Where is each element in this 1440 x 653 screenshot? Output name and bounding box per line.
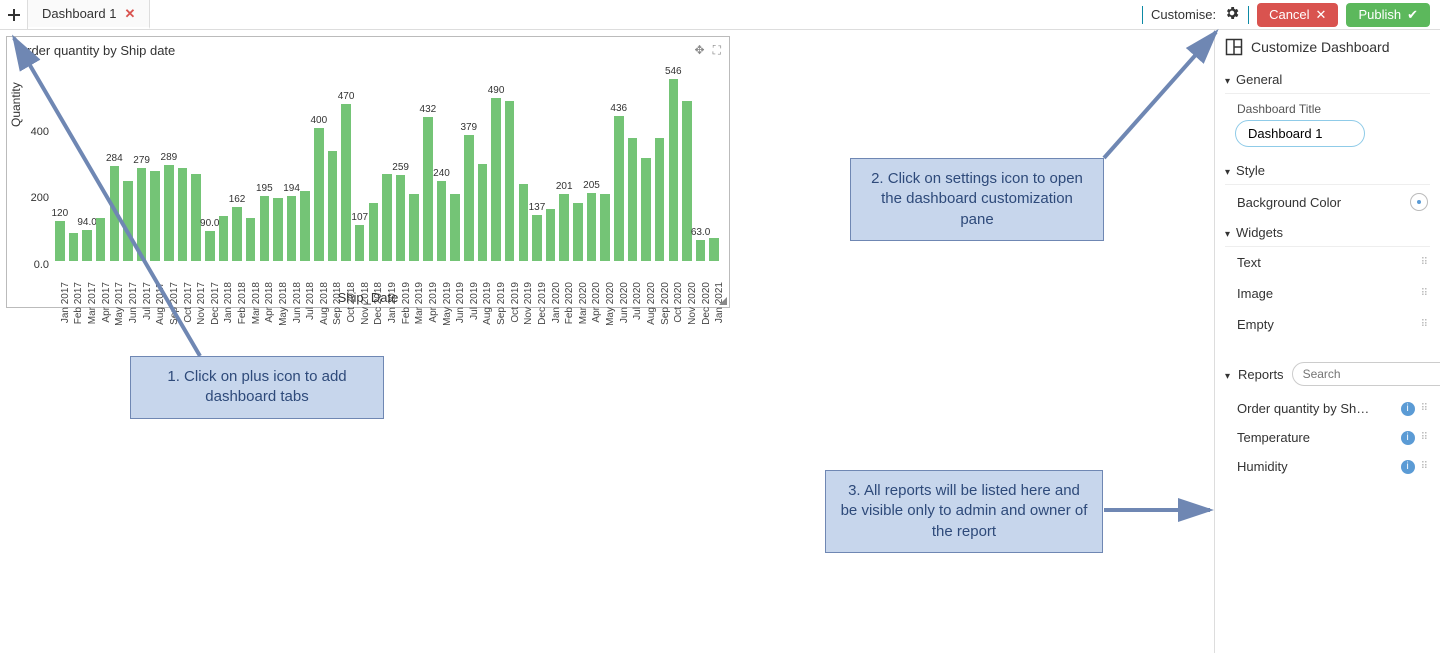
chart-card[interactable]: Order quantity by Ship date ✥ ⛶ Quantity… [6,36,730,308]
dashboard-canvas[interactable]: Order quantity by Ship date ✥ ⛶ Quantity… [0,30,1214,653]
close-icon: ✕ [1316,7,1327,23]
y-axis-label: Quantity [9,82,23,127]
publish-label: Publish [1358,7,1401,22]
report-item[interactable]: Order quantity by Sh… i ⠿ [1225,394,1430,423]
widget-item[interactable]: Empty ⠿ [1225,309,1430,340]
callout-3-text: 3. All reports will be listed here and b… [841,482,1088,540]
report-label: Order quantity by Sh… [1237,401,1369,416]
chart-title: Order quantity by Ship date [17,43,175,58]
tab-label: Dashboard 1 [42,6,116,21]
cancel-label: Cancel [1269,7,1309,22]
section-general[interactable]: General [1225,66,1430,94]
drag-handle-icon[interactable]: ⠿ [1421,319,1430,330]
tab-close-button[interactable]: ✕ [124,6,135,22]
gear-icon [1224,5,1240,21]
y-axis-ticks: 0.0200400 [29,61,51,259]
section-widgets-label: Widgets [1236,225,1283,240]
info-icon[interactable]: i [1401,431,1415,445]
chevron-down-icon [1225,72,1230,87]
expand-icon[interactable]: ⛶ [713,43,721,58]
widget-item[interactable]: Text ⠿ [1225,247,1430,278]
chevron-down-icon [1225,163,1230,178]
top-bar: Dashboard 1 ✕ Customise: Cancel ✕ Publis… [0,0,1440,30]
dashboard-title-input[interactable] [1235,120,1365,147]
section-reports-label: Reports [1238,367,1284,382]
settings-button[interactable] [1224,5,1240,24]
section-general-label: General [1236,72,1282,87]
info-icon[interactable]: i [1401,402,1415,416]
callout-1-text: 1. Click on plus icon to add dashboard t… [167,368,346,405]
plus-icon [8,9,20,21]
drag-handle-icon[interactable]: ⠿ [1421,403,1430,414]
widget-item[interactable]: Image ⠿ [1225,278,1430,309]
x-axis-ticks: Jan 2017Feb 2017Mar 2017Apr 2017May 2017… [53,259,719,293]
x-axis-label: Ship_Date [7,290,729,305]
dashboard-tab[interactable]: Dashboard 1 ✕ [28,0,150,29]
separator [1142,6,1143,24]
report-label: Humidity [1237,459,1288,474]
resize-handle[interactable] [717,295,729,307]
widget-label: Text [1237,255,1261,270]
callout-2-text: 2. Click on settings icon to open the da… [871,170,1083,228]
move-icon[interactable]: ✥ [695,43,705,58]
chevron-down-icon [1225,225,1230,240]
customize-sidepanel: Customize Dashboard General Dashboard Ti… [1214,30,1440,653]
widget-label: Image [1237,286,1273,301]
arrow-3 [1100,500,1220,520]
customise-label: Customise: [1151,7,1216,22]
reports-search-input[interactable] [1292,362,1440,386]
section-widgets[interactable]: Widgets [1225,219,1430,247]
widget-label: Empty [1237,317,1274,332]
section-style-label: Style [1236,163,1265,178]
info-icon[interactable]: i [1401,460,1415,474]
publish-button[interactable]: Publish ✔ [1346,3,1430,27]
callout-1: 1. Click on plus icon to add dashboard t… [130,356,384,419]
drag-handle-icon[interactable]: ⠿ [1421,461,1430,472]
cancel-button[interactable]: Cancel ✕ [1257,3,1338,27]
report-item[interactable]: Humidity i ⠿ [1225,452,1430,481]
separator [1248,6,1249,24]
chevron-down-icon [1225,367,1230,382]
section-style[interactable]: Style [1225,157,1430,185]
drag-handle-icon[interactable]: ⠿ [1421,288,1430,299]
sidepanel-title: Customize Dashboard [1251,39,1390,55]
report-label: Temperature [1237,430,1310,445]
callout-2: 2. Click on settings icon to open the da… [850,158,1104,241]
chart-plot: 12094.028427928990.016219519440047010725… [53,61,721,261]
bg-color-swatch[interactable] [1410,193,1428,211]
callout-3: 3. All reports will be listed here and b… [825,470,1103,553]
add-tab-button[interactable] [0,0,28,29]
drag-handle-icon[interactable]: ⠿ [1421,432,1430,443]
report-item[interactable]: Temperature i ⠿ [1225,423,1430,452]
bg-color-label: Background Color [1237,195,1341,210]
drag-handle-icon[interactable]: ⠿ [1421,257,1430,268]
dashboard-title-label: Dashboard Title [1237,102,1430,116]
layout-icon [1225,38,1243,56]
check-icon: ✔ [1407,7,1418,23]
